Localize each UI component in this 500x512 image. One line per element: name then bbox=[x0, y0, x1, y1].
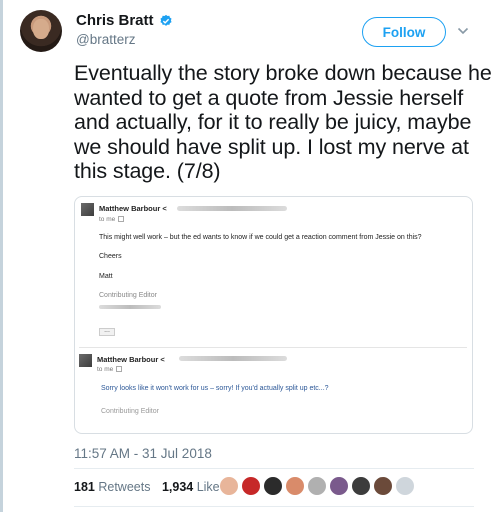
sender-avatar bbox=[81, 203, 94, 216]
tweet-timestamp[interactable]: 11:57 AM - 31 Jul 2018 bbox=[74, 446, 212, 461]
author-handle[interactable]: @bratterz bbox=[76, 32, 135, 47]
email-signature: Contributing Editor bbox=[99, 292, 157, 299]
email-signature: Contributing Editor bbox=[101, 408, 159, 415]
email-sender: Matthew Barbour < bbox=[99, 204, 167, 213]
email-message-1: Matthew Barbour < to me This might well … bbox=[81, 201, 469, 341]
retweets-count: 181 bbox=[74, 480, 95, 494]
email-sender: Matthew Barbour < bbox=[97, 355, 165, 364]
liker-avatar-4[interactable] bbox=[285, 476, 305, 496]
redacted-signature bbox=[99, 305, 161, 309]
tweet-stats: 181 Retweets 1,934 Likes bbox=[74, 480, 226, 494]
email-recipient: to me bbox=[99, 216, 125, 223]
author-avatar[interactable] bbox=[20, 10, 62, 52]
email-body: Sorry looks like it won't work for us – … bbox=[101, 385, 329, 392]
liker-avatar-9[interactable] bbox=[395, 476, 415, 496]
liker-avatar-5[interactable] bbox=[307, 476, 327, 496]
to-me-label: to me bbox=[99, 216, 116, 223]
recipient-dropdown-icon bbox=[118, 216, 125, 223]
show-trimmed-content-button: ... bbox=[99, 327, 115, 336]
chevron-down-icon[interactable] bbox=[457, 26, 469, 36]
likes-stat[interactable]: 1,934 Likes bbox=[162, 480, 226, 494]
email-sign-name: Matt bbox=[99, 273, 113, 280]
tweet-text: Eventually the story broke down because … bbox=[74, 61, 492, 183]
to-me-label: to me bbox=[97, 366, 114, 373]
divider bbox=[74, 506, 474, 507]
redacted-email-address bbox=[179, 356, 287, 361]
liker-avatar-6[interactable] bbox=[329, 476, 349, 496]
divider bbox=[74, 468, 474, 469]
likes-count: 1,934 bbox=[161, 480, 194, 494]
liker-avatar-2[interactable] bbox=[241, 476, 261, 496]
liker-avatar-1[interactable] bbox=[219, 476, 239, 496]
thread-line bbox=[0, 0, 3, 512]
liker-avatar-8[interactable] bbox=[373, 476, 393, 496]
email-greeting: Cheers bbox=[99, 253, 122, 260]
email-message-2: Matthew Barbour < to me Sorry looks like… bbox=[79, 347, 467, 429]
author-display-name[interactable]: Chris Bratt bbox=[76, 12, 154, 29]
verified-badge-icon bbox=[160, 14, 172, 26]
sender-avatar bbox=[79, 354, 92, 367]
retweets-stat[interactable]: 181 Retweets bbox=[74, 480, 150, 494]
liker-avatar-7[interactable] bbox=[351, 476, 371, 496]
tweet-media-image[interactable]: Matthew Barbour < to me This might well … bbox=[74, 196, 473, 434]
email-body: This might well work – but the ed wants … bbox=[99, 234, 422, 241]
avatar-face bbox=[33, 19, 49, 39]
retweets-label: Retweets bbox=[98, 480, 151, 494]
liker-avatar-3[interactable] bbox=[263, 476, 283, 496]
redacted-email-address bbox=[177, 206, 287, 211]
recipient-dropdown-icon bbox=[116, 366, 123, 373]
follow-button[interactable]: Follow bbox=[362, 17, 446, 47]
email-recipient: to me bbox=[97, 366, 123, 373]
tweet-header: Chris Bratt @bratterz Follow bbox=[20, 10, 490, 58]
